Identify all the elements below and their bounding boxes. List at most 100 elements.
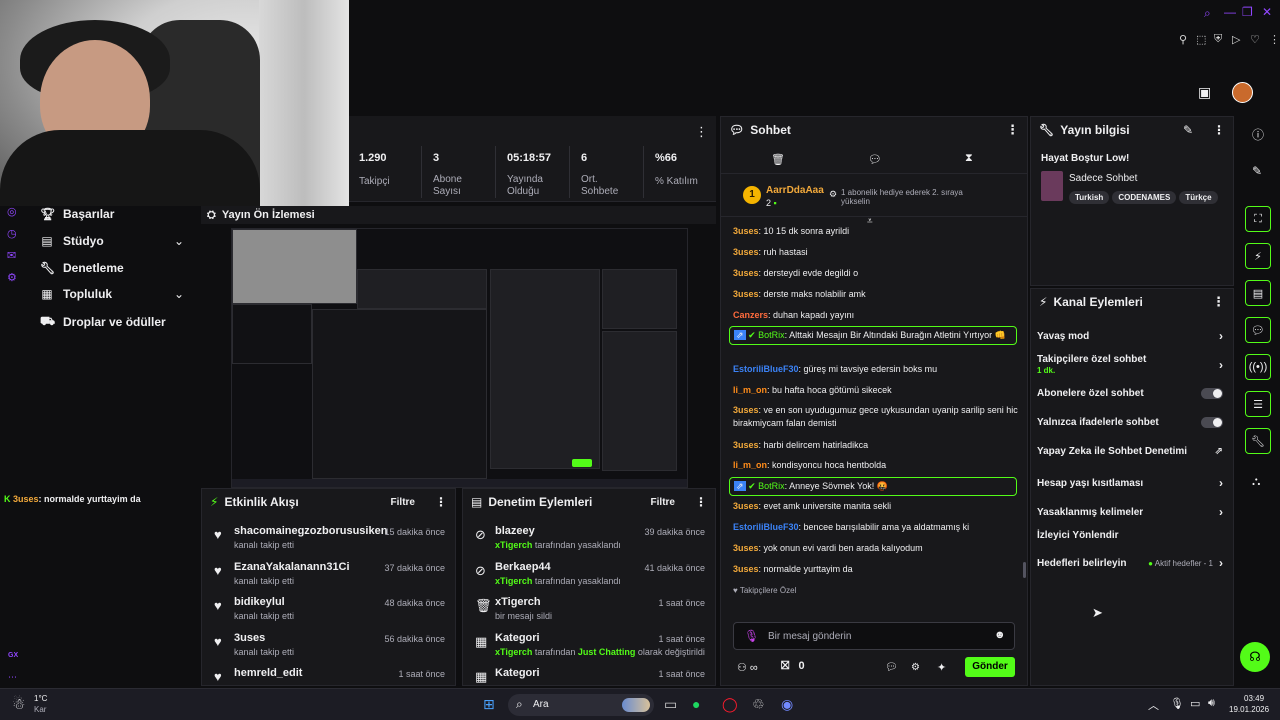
rail-gear-icon[interactable]: ⚙ <box>7 271 17 284</box>
chat-message[interactable]: 3uses: normalde yurttayim da <box>733 563 1018 576</box>
moderation-row[interactable]: 🗑︎ xTigerch bir mesajı sildi 1 saat önce <box>463 596 715 630</box>
start-icon[interactable]: ⊞ <box>483 696 495 713</box>
moderation-menu-icon[interactable]: ⋮ <box>695 495 707 509</box>
capture-icon[interactable]: ⬚ <box>1196 33 1206 46</box>
spotify-icon[interactable]: ● <box>692 696 700 712</box>
emoji-icon[interactable]: ☻ <box>994 629 1006 641</box>
moderation-row[interactable]: ⊘ blazeey xTigerch tarafından yasaklandı… <box>463 525 715 559</box>
close-icon[interactable]: ✕ <box>1262 5 1272 19</box>
chat-scrollbar[interactable] <box>1023 562 1026 578</box>
mic-icon[interactable]: 🎙︎ <box>744 629 759 643</box>
opera-gx-icon[interactable]: ◯ <box>722 696 738 713</box>
actions-menu-icon[interactable]: ⋮ <box>1212 294 1225 310</box>
mic-icon[interactable]: 🎙︎ <box>1170 697 1184 710</box>
display-icon[interactable]: ▭ <box>1190 697 1200 710</box>
filter-button[interactable]: Filtre <box>391 497 415 508</box>
preview-screen[interactable] <box>231 228 688 488</box>
avatar[interactable] <box>1232 82 1253 103</box>
moderation-row[interactable]: ⊘ Berkaep44 xTigerch tarafından yasaklan… <box>463 561 715 595</box>
emote-picker-icon[interactable]: ✦ <box>937 661 946 674</box>
taskbar-search[interactable]: ⌕ Ara <box>508 694 654 716</box>
chat-message[interactable]: 3uses: ruh hastasi <box>733 246 1018 259</box>
tag[interactable]: Turkish <box>1069 191 1110 204</box>
points-display[interactable]: ⛝ 0 <box>781 660 805 673</box>
rail-dot-icon[interactable]: ◎ <box>7 205 17 218</box>
nodes-icon[interactable]: ⛬ <box>1252 474 1260 489</box>
search-icon[interactable]: ⌕ <box>1204 6 1211 21</box>
help-button[interactable]: ☊ <box>1240 642 1270 672</box>
more-icon[interactable]: ⋮ <box>1269 33 1280 46</box>
chat-menu-icon[interactable]: ⋮ <box>1006 122 1019 138</box>
restore-icon[interactable]: ❐ <box>1242 5 1253 19</box>
gift-leaderboard[interactable]: 1 AarrDdaAaa 2 ▪ ⚙ 1 abonelik hediye ede… <box>721 173 1027 217</box>
activity-row[interactable]: ♥ shacomainegzozborususiken kanalı takip … <box>202 525 455 559</box>
send-button[interactable]: Gönder <box>965 657 1015 677</box>
stats-menu-icon[interactable]: ⋮ <box>695 124 708 140</box>
task-view-icon[interactable]: ▭ <box>664 696 677 713</box>
activity-row[interactable]: ♥ 3uses kanalı takip etti 56 dakika önce <box>202 632 455 666</box>
action-subscribers-only[interactable]: Abonelere özel sohbet <box>1037 388 1223 399</box>
tag[interactable]: Türkçe <box>1179 191 1218 204</box>
chat-message[interactable]: li_m_on: bu hafta hoca götümü sikecek <box>733 384 1018 397</box>
bot-message[interactable]: ⇗ ✔ BotRix: Anneye Sövmek Yok! 🤬 <box>729 477 1017 496</box>
category-thumbnail[interactable] <box>1041 171 1063 201</box>
chat-message[interactable]: li_m_on: kondisyoncu hoca hentbolda <box>733 459 1018 472</box>
activity-row[interactable]: ♥ bidikeylul kanalı takip etti 48 dakika ö… <box>202 596 455 630</box>
steam-icon[interactable]: ♲ <box>752 696 765 713</box>
chat-message[interactable]: EstoriliBlueF30: bencee barışılabilir am… <box>733 521 1018 534</box>
filter-button[interactable]: Filtre <box>651 497 675 508</box>
rail-button-broadcast[interactable]: ((•)) <box>1245 354 1271 380</box>
action-emote-only[interactable]: Yalnızca ifadelerle sohbet <box>1037 417 1223 428</box>
chat-message[interactable]: 3uses: 10 15 dk sonra ayrildi <box>733 225 1018 238</box>
chat-message[interactable]: 3uses: yok onun evi vardi ben arada kalı… <box>733 542 1018 555</box>
hourglass-icon[interactable]: ⧗ <box>965 152 973 165</box>
nav-moderation[interactable]: 🔧︎ Denetleme <box>40 261 124 275</box>
action-account-age[interactable]: Hesap yaşı kısıtlaması › <box>1037 476 1223 490</box>
volume-icon[interactable]: 🔊︎ <box>1208 697 1215 710</box>
theatre-icon[interactable]: ▣ <box>1198 84 1211 101</box>
chat-message[interactable]: 3uses: evet amk universite manita sekli <box>733 500 1018 513</box>
rail-button-capture[interactable]: ⛶ <box>1245 206 1271 232</box>
nav-studio[interactable]: ▤ Stüdyo <box>40 234 103 248</box>
chat-message[interactable]: 3uses: dersteydi evde degildi o <box>733 267 1018 280</box>
speech-icon[interactable]: 💬︎ <box>885 662 898 673</box>
rail-clock-icon[interactable]: ◷ <box>7 227 17 240</box>
chevron-up-icon[interactable]: ︿ <box>1148 697 1159 713</box>
nav-community[interactable]: ▦ Topluluk <box>40 287 112 301</box>
action-followers-only[interactable]: Takipçilere özel sohbet 1 dk. › <box>1037 354 1223 376</box>
chat-input[interactable]: 🎙︎ Bir mesaj gönderin ☻ <box>733 622 1015 650</box>
bot-message[interactable]: ⇗ ✔ BotRix: Alttaki Mesajın Bir Altındak… <box>729 326 1017 345</box>
action-slow-mode[interactable]: Yavaş mod › <box>1037 329 1223 343</box>
chat-message[interactable]: EstoriliBlueF30: güreş mi tavsiye edersi… <box>733 363 1018 376</box>
shield-icon[interactable]: ⛨ <box>1214 33 1222 46</box>
action-ai-moderation[interactable]: Yapay Zeka ile Sohbet Denetimi ⇗ <box>1037 446 1223 457</box>
rail-button-document[interactable]: ▤ <box>1245 280 1271 306</box>
link-icon[interactable]: ⚇ ∞ <box>737 661 758 674</box>
rail-button-bolt[interactable]: ⚡︎ <box>1245 243 1271 269</box>
moderation-row[interactable]: ▦ Kategori xTigerch tarafından Just Chat… <box>463 632 715 666</box>
rail-button-chat[interactable]: 💬︎ <box>1245 317 1271 343</box>
pin-icon[interactable]: ⚲ <box>1179 33 1187 46</box>
action-banned-words[interactable]: Yasaklanmış kelimeler › <box>1037 505 1223 519</box>
discord-icon[interactable]: ◉ <box>781 696 793 713</box>
pencil-icon[interactable]: ✎ <box>1252 164 1262 178</box>
heart-icon[interactable]: ♡ <box>1250 33 1260 46</box>
toggle-switch[interactable] <box>1201 388 1223 399</box>
tag[interactable]: CODENAMES <box>1112 191 1177 204</box>
nav-drops[interactable]: ⛟ Droplar ve ödüller <box>40 314 166 330</box>
more-icon[interactable]: ⋯ <box>8 672 17 683</box>
category-name[interactable]: Sadece Sohbet <box>1069 173 1137 184</box>
rail-chat-icon[interactable]: ✉ <box>7 249 16 262</box>
chevron-down-icon[interactable]: ⌄ <box>174 287 184 301</box>
toggle-switch[interactable] <box>1201 417 1223 428</box>
speech-icon[interactable]: 💬︎ <box>868 153 882 166</box>
minimize-icon[interactable]: — <box>1224 5 1236 19</box>
info-menu-icon[interactable]: ⋮ <box>1213 123 1225 137</box>
gear-icon[interactable]: ⚙ <box>911 662 920 673</box>
activity-menu-icon[interactable]: ⋮ <box>435 495 447 509</box>
action-raid[interactable]: İzleyici Yönlendir <box>1037 530 1223 541</box>
action-goals[interactable]: Hedefleri belirleyin ● Aktif hedefler - … <box>1037 556 1223 570</box>
rail-button-wrench[interactable]: 🔧︎ <box>1245 428 1271 454</box>
activity-row[interactable]: ♥ EzanaYakalanann31Ci kanalı takip etti 37… <box>202 561 455 595</box>
rail-button-list[interactable]: ☰ <box>1245 391 1271 417</box>
